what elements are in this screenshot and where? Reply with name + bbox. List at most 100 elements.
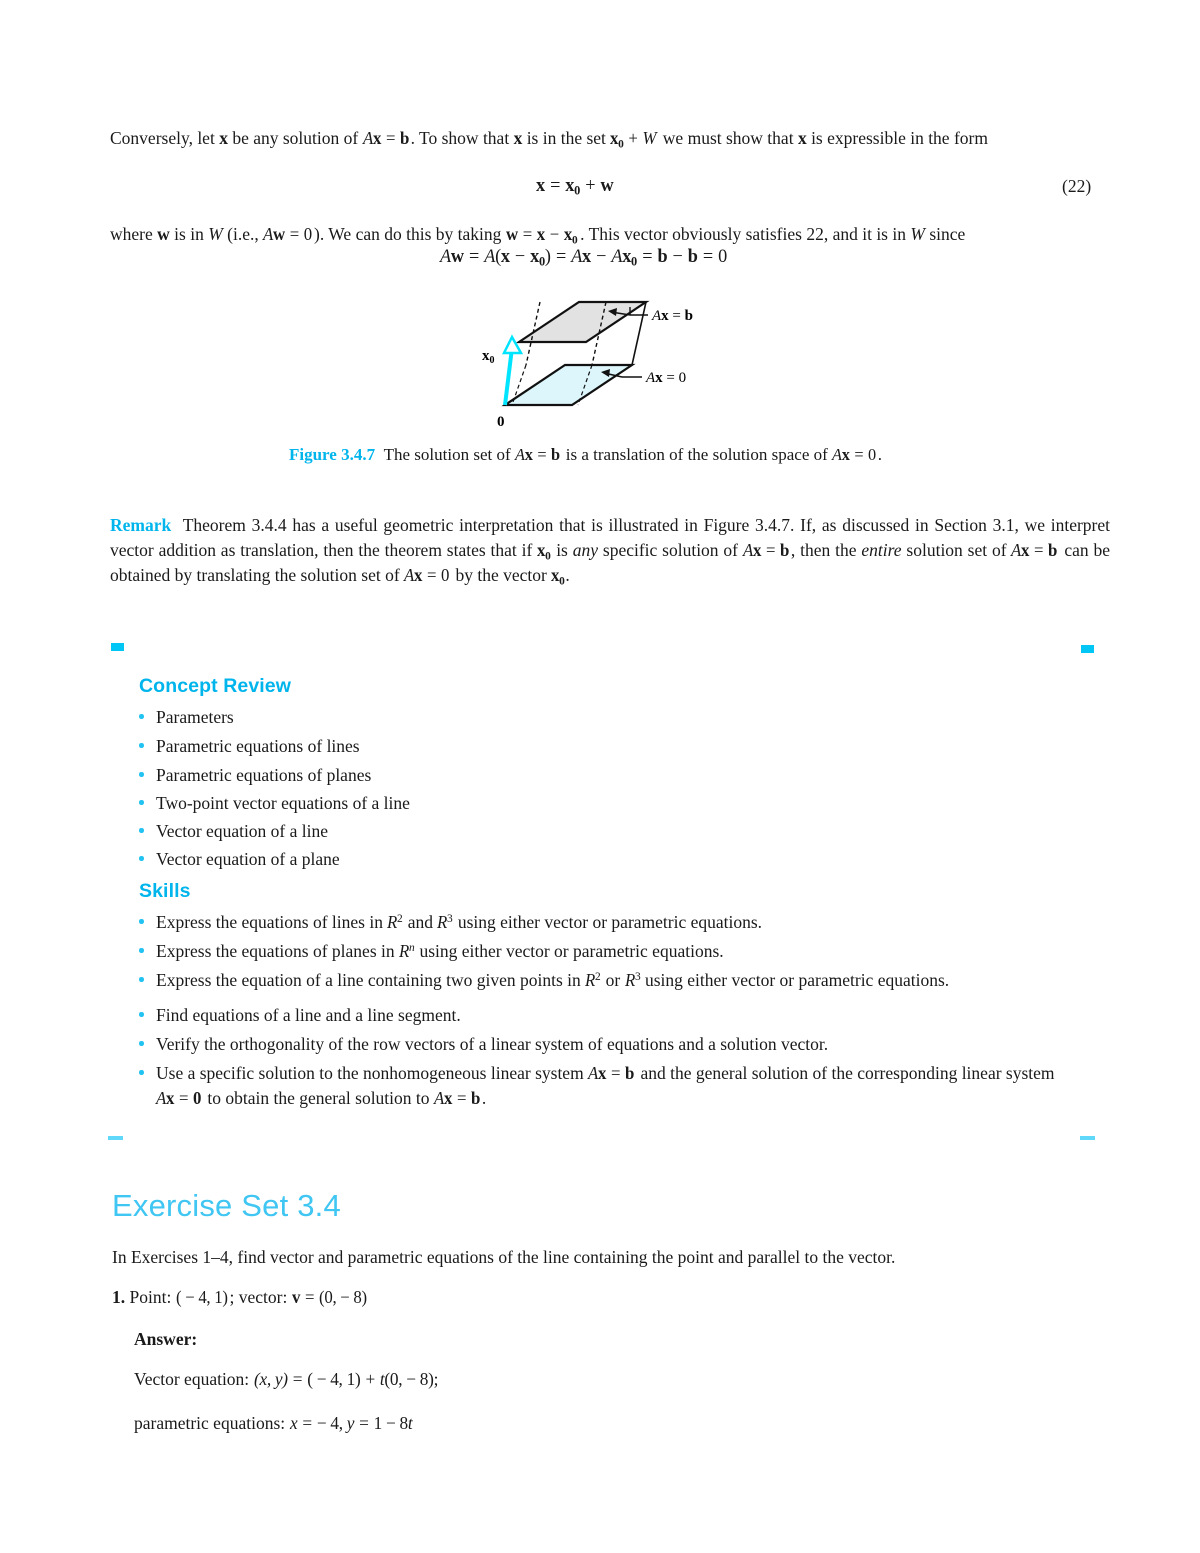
callout-marker-bottom-right [1080, 1136, 1095, 1140]
list-item: Parametric equations of planes [139, 763, 739, 788]
skill-item-label: Express the equation of a line containin… [139, 968, 1079, 993]
math-x0-2: x0 [551, 565, 565, 588]
text-fragment: solution set of [901, 540, 1012, 560]
bullet-icon [139, 1012, 144, 1017]
math-aw-expansion: Aw = A(x − x0) = Ax − Ax0 = b − b = 0 [440, 246, 727, 269]
math-rn: Rn [399, 940, 415, 961]
list-item: Express the equations of lines in R2 and… [139, 910, 1079, 935]
text-fragment: where [110, 224, 158, 244]
math-axb-2: Ax = b [433, 1088, 480, 1108]
label-ax-equals-0: Ax = 0 [645, 370, 686, 386]
math-vector-v: v = (0, − 8) [291, 1287, 367, 1307]
list-item: Vector equation of a plane [139, 847, 739, 872]
bullet-icon [139, 948, 144, 953]
bullet-icon [139, 800, 144, 805]
text-fragment: and the general solution of the correspo… [636, 1063, 1055, 1083]
inline-italic-entire: entire [861, 540, 902, 560]
math-axb-2: Ax = b [1011, 540, 1058, 560]
paragraph-remark: Remark Theorem 3.4.4 has a useful geomet… [110, 513, 1110, 588]
list-item: Express the equations of planes in Rn us… [139, 939, 1079, 964]
text-fragment: is in [169, 224, 209, 244]
text-fragment: . [565, 565, 570, 585]
math-r2: R2 [387, 911, 403, 932]
concept-item-label: Parameters [156, 707, 234, 727]
exercise-problem-1: 1. Point: ( − 4, 1); vector: v = (0, − 8… [112, 1285, 1012, 1310]
label-origin: 0 [497, 414, 505, 430]
math-r3: R3 [624, 969, 641, 990]
text-fragment: Express the equations of planes in [156, 941, 400, 961]
concept-item-label: Parametric equations of planes [156, 765, 372, 785]
math-point-coordinates: ( − 4, 1) [175, 1287, 228, 1307]
text-fragment: we must show that [658, 128, 798, 148]
list-item: Express the equation of a line containin… [139, 968, 1079, 993]
skill-item-label: Express the equations of planes in Rn us… [139, 939, 1079, 964]
math-ax0: Ax = 0 [404, 565, 450, 585]
bullet-icon [139, 1041, 144, 1046]
concept-item-label: Parametric equations of lines [156, 736, 360, 756]
list-item: Vector equation of a line [139, 819, 739, 844]
bullet-icon [139, 714, 144, 719]
vector-x0-arrowhead [501, 334, 524, 355]
skills-heading: Skills [139, 880, 191, 902]
figure-caption-label: Figure 3.4.7 [289, 445, 376, 464]
inline-bold-x: x [797, 128, 807, 148]
text-fragment: since [924, 224, 966, 244]
inline-italic-any: any [572, 540, 599, 560]
list-item: Verify the orthogonality of the row vect… [139, 1032, 1079, 1057]
bullet-icon [139, 977, 144, 982]
label-x0: x0 [482, 348, 495, 366]
connector-edge-right [631, 301, 647, 366]
text-fragment: using either vector or parametric equati… [453, 912, 763, 932]
math-caption-axb: Ax = b [514, 445, 560, 464]
display-equation-22: x = x0 + w [536, 175, 617, 197]
inline-italic-W: W [208, 224, 223, 244]
paragraph-where-w: where w is in W (i.e., Aw = 0). We can d… [110, 222, 1050, 247]
text-fragment: be any solution of [227, 128, 363, 148]
text-fragment: , then the [790, 540, 862, 560]
text-fragment: . [481, 1088, 487, 1108]
plane-ax-equals-0 [501, 363, 636, 407]
bullet-icon [139, 772, 144, 777]
math-x0: x0 [537, 540, 551, 563]
math-caption-ax0: Ax = 0 [832, 445, 876, 464]
math-axb: Ax = b [588, 1063, 635, 1083]
text-fragment: Express the equation of a line containin… [156, 970, 586, 990]
text-fragment: ; vector: [229, 1287, 292, 1307]
math-ax0-bold: Ax = 0 [156, 1088, 202, 1108]
text-fragment: is [551, 540, 573, 560]
vector-x0-shaft [503, 347, 514, 406]
math-ax-equals-b: Ax = b [362, 128, 409, 148]
callout-marker-top-right [1081, 645, 1094, 653]
display-equation-aw: Aw = A(x − x0) = Ax − Ax0 = b − b = 0 [440, 246, 739, 268]
list-item: Parametric equations of lines [139, 734, 739, 759]
text-fragment: Conversely, let [110, 128, 220, 148]
figure-caption: Figure 3.4.7 The solution set of Ax = b … [289, 445, 882, 465]
math-x0-plus-w: x0 + W [610, 128, 657, 151]
paragraph-conversely: Conversely, let x be any solution of Ax … [110, 126, 1050, 151]
skill-item-label: Find equations of a line and a line segm… [156, 1005, 461, 1025]
math-r2: R2 [585, 969, 601, 990]
text-fragment: ). We can do this by taking [314, 224, 506, 244]
list-item: Two-point vector equations of a line [139, 791, 739, 816]
text-fragment: using either vector or parametric equati… [415, 941, 724, 961]
text-fragment: is in the set [522, 128, 611, 148]
concept-item-label: Two-point vector equations of a line [156, 793, 410, 813]
exercise-intro: In Exercises 1–4, find vector and parame… [112, 1245, 1092, 1270]
text-fragment: The solution set of [383, 445, 515, 464]
text-fragment: by the vector [451, 565, 552, 585]
text-fragment: Vector equation: [134, 1369, 254, 1389]
figure-3-4-7-graphic: Ax = b Ax = 0 x0 0 [480, 285, 720, 435]
list-item: Find equations of a line and a line segm… [139, 1003, 1079, 1028]
inline-bold-x: x [219, 128, 228, 148]
bullet-icon [139, 828, 144, 833]
inline-italic-W: W [910, 224, 925, 244]
text-fragment: using either vector or parametric equati… [640, 970, 950, 990]
math-r3: R3 [437, 911, 453, 932]
plane-ax-equals-b [515, 300, 650, 344]
list-item: Parameters [139, 705, 739, 730]
bullet-icon [139, 919, 144, 924]
text-fragment: . This vector obviously satisfies 22, an… [580, 224, 911, 244]
document-page: Conversely, let x be any solution of Ax … [0, 0, 1200, 1553]
concept-item-label: Vector equation of a line [156, 821, 329, 841]
text-fragment [375, 445, 384, 464]
